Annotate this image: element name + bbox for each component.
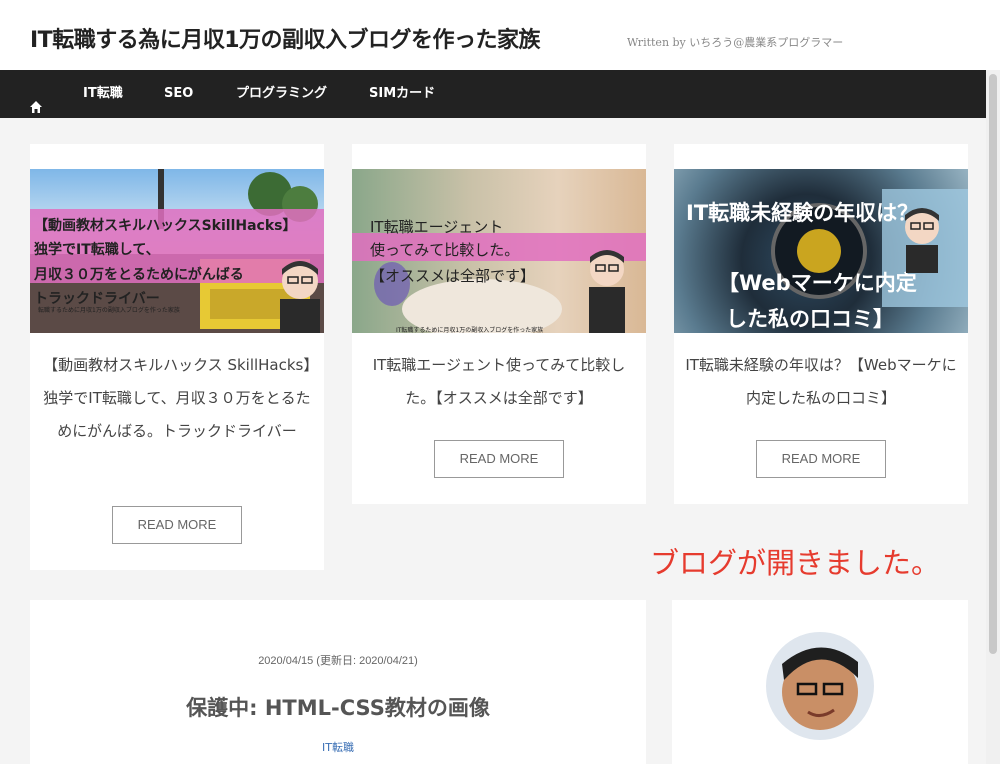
thumb-text-line: 使ってみて比較した。: [370, 241, 520, 259]
post-preview: 2020/04/15 (更新日: 2020/04/21) 保護中: HTML-C…: [30, 600, 646, 764]
nav-item-programming[interactable]: プログラミング: [236, 70, 327, 118]
post-category-link[interactable]: IT転職: [30, 739, 646, 755]
site-header: IT転職する為に月収1万の副収入ブログを作った家族 Written by いちろ…: [0, 0, 1000, 70]
read-more-button[interactable]: READ MORE: [112, 506, 242, 544]
post-date: 2020/04/15 (更新日: 2020/04/21): [258, 655, 418, 667]
site-title[interactable]: IT転職する為に月収1万の副収入ブログを作った家族: [30, 22, 541, 54]
article-card: IT転職未経験の年収は？ 【Webマーケに内定 した私の口コミ】 IT転職未経験…: [674, 144, 968, 504]
read-more-button[interactable]: READ MORE: [756, 440, 886, 478]
article-thumbnail[interactable]: IT転職エージェント 使ってみて比較した。 【オススメは全部です】 IT転職する…: [352, 169, 646, 333]
avatar: [766, 632, 874, 740]
thumb-text-line: 【動画教材スキルハックスSkillHacks】: [34, 218, 297, 234]
profile-widget: [672, 600, 968, 764]
article-thumbnail[interactable]: IT転職未経験の年収は？ 【Webマーケに内定 した私の口コミ】: [674, 169, 968, 333]
article-title[interactable]: 【動画教材スキルハックス SkillHacks】独学でIT転職して、月収３０万を…: [30, 349, 324, 448]
thumb-text-line: した私の口コミ】: [726, 307, 894, 331]
nav-item-it-tenshoku[interactable]: IT転職: [83, 70, 123, 118]
nav-item-sim-card[interactable]: SIMカード: [369, 70, 435, 118]
article-title[interactable]: IT転職エージェント使ってみて比較した。【オススメは全部です】: [352, 349, 646, 415]
blog-opened-notice: ブログが開きました。: [650, 546, 941, 580]
nav-item-seo[interactable]: SEO: [164, 70, 193, 118]
global-nav: IT転職 SEO プログラミング SIMカード: [0, 70, 1000, 118]
thumb-text-line: 月収３０万をとるためにがんばる: [34, 267, 244, 283]
read-more-button[interactable]: READ MORE: [434, 440, 564, 478]
post-title[interactable]: 保護中: HTML-CSS教材の画像: [30, 692, 646, 722]
thumb-text-line: IT転職エージェント: [370, 218, 504, 236]
thumb-text-line: 【Webマーケに内定: [718, 271, 917, 295]
site-tagline: Written by いちろう@農業系プログラマー: [627, 36, 844, 49]
article-thumbnail[interactable]: 【動画教材スキルハックスSkillHacks】 独学でIT転職して、 月収３０万…: [30, 169, 324, 333]
character-illustration: [589, 250, 625, 333]
article-card: IT転職エージェント 使ってみて比較した。 【オススメは全部です】 IT転職する…: [352, 144, 646, 504]
article-title[interactable]: IT転職未経験の年収は？【Webマーケに内定した私の口コミ】: [674, 349, 968, 415]
character-illustration: [905, 208, 939, 273]
home-icon[interactable]: [29, 87, 43, 113]
thumb-footer: IT転職するために月収1万の副収入ブログを作った家族: [396, 327, 544, 333]
thumb-text-line: 独学でIT転職して、: [34, 242, 160, 258]
scrollbar-thumb[interactable]: [989, 74, 997, 654]
thumb-text-line: 【オススメは全部です】: [370, 267, 536, 285]
character-illustration: [280, 261, 320, 333]
thumb-footer: 転職するために月収1万の副収入ブログを作った家族: [38, 307, 180, 314]
page-scrollbar[interactable]: [986, 70, 1000, 764]
article-card: 【動画教材スキルハックスSkillHacks】 独学でIT転職して、 月収３０万…: [30, 144, 324, 570]
thumb-text-line: IT転職未経験の年収は？: [686, 201, 919, 225]
